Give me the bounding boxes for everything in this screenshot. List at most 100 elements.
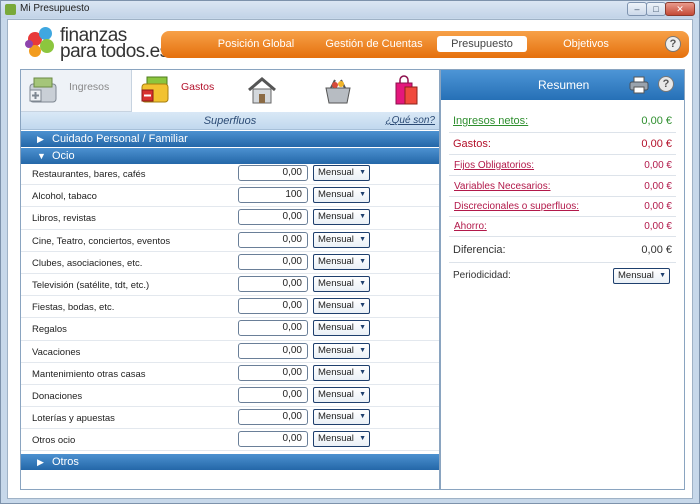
expense-row: Otros ocio 0,00 Mensual ▼ [21, 429, 439, 452]
category-tabs: Ingresos Gastos [21, 70, 439, 112]
expense-row: Regalos 0,00 Mensual ▼ [21, 318, 439, 341]
period-select[interactable]: Mensual ▼ [313, 209, 370, 226]
period-value: Mensual [318, 255, 354, 267]
expense-label: Fiestas, bodas, etc. [32, 302, 115, 314]
period-value: Mensual [318, 411, 354, 423]
period-select[interactable]: Mensual ▼ [313, 275, 370, 292]
discrecionales-link[interactable]: Discrecionales o superfluos: [454, 201, 579, 212]
app-icon [5, 4, 16, 15]
period-select[interactable]: Mensual ▼ [313, 342, 370, 359]
expense-label: Restaurantes, bares, cafés [32, 169, 146, 180]
expense-row: Loterías y apuestas 0,00 Mensual ▼ [21, 407, 439, 430]
period-value: Mensual [318, 433, 354, 445]
close-button[interactable]: ✕ [665, 2, 695, 16]
chevron-down-icon: ▼ [359, 191, 366, 199]
amount-input[interactable]: 0,00 [238, 409, 308, 426]
period-select[interactable]: Mensual ▼ [313, 253, 370, 270]
chevron-down-icon: ▼ [359, 390, 366, 398]
period-select[interactable]: Mensual ▼ [313, 386, 370, 403]
summary-panel: Resumen ? Ingresos netos: 0,00 € Gastos:… [440, 69, 685, 490]
periodicidad-select[interactable]: Mensual ▼ [613, 268, 670, 284]
period-select[interactable]: Mensual ▼ [313, 409, 370, 426]
period-select[interactable]: Mensual ▼ [313, 165, 370, 181]
group-label: Cuidado Personal / Familiar [52, 133, 188, 145]
expense-row: Cine, Teatro, conciertos, eventos 0,00 Men… [21, 230, 439, 252]
expand-arrow-icon: ▶ [37, 457, 44, 467]
variables-necesarios-link[interactable]: Variables Necesarios: [454, 181, 551, 192]
expense-label: Libros, revistas [32, 213, 96, 225]
expense-label: Donaciones [32, 390, 83, 402]
expense-label: Alcohol, tabaco [32, 191, 97, 203]
period-select[interactable]: Mensual ▼ [313, 231, 370, 248]
expense-row: Clubes, asociaciones, etc. 0,00 Mensual ▼ [21, 252, 439, 274]
amount-input[interactable]: 0,00 [238, 431, 308, 448]
amount-input[interactable]: 0,00 [238, 253, 308, 270]
period-select[interactable]: Mensual ▼ [313, 431, 370, 448]
expand-arrow-icon: ▶ [37, 134, 44, 144]
fijos-obligatorios-link[interactable]: Fijos Obligatorios: [454, 160, 534, 171]
period-select[interactable]: Mensual ▼ [313, 364, 370, 381]
expenses-panel: Ingresos Gastos Superfluos ¿Qué son? ▶ C… [20, 69, 440, 490]
category-tab-superfluos[interactable] [377, 70, 437, 112]
logo-dot-green [40, 39, 54, 53]
amount-input[interactable]: 0,00 [238, 386, 308, 403]
print-icon[interactable] [629, 76, 649, 94]
what-are-they-link[interactable]: ¿Qué son? [386, 115, 435, 126]
chevron-down-icon: ▼ [359, 213, 366, 221]
amount-input[interactable]: 0,00 [238, 275, 308, 292]
period-value: Mensual [318, 300, 354, 312]
shopping-bag-icon [395, 75, 418, 105]
help-icon[interactable]: ? [665, 36, 681, 52]
tab-posicion-global[interactable]: Posición Global [201, 36, 311, 52]
period-value: Mensual [318, 366, 354, 378]
expense-row: Alcohol, tabaco 100 Mensual ▼ [21, 185, 439, 208]
expense-row: Libros, revistas 0,00 Mensual ▼ [21, 207, 439, 230]
money-case-icon [29, 77, 57, 103]
category-tab-ingresos[interactable]: Ingresos [21, 70, 132, 112]
tab-objetivos[interactable]: Objetivos [541, 36, 631, 52]
logo: finanzas para todos.es [22, 24, 172, 64]
main-nav: Posición Global Gestión de Cuentas Presu… [161, 31, 689, 58]
minimize-button[interactable]: – [627, 2, 647, 16]
group-label: Otros [52, 456, 79, 468]
amount-input[interactable]: 0,00 [238, 364, 308, 381]
tab-presupuesto[interactable]: Presupuesto [437, 36, 527, 52]
amount-input[interactable]: 0,00 [238, 298, 308, 315]
fijos-obligatorios-value: 0,00 € [644, 160, 672, 171]
amount-input[interactable]: 0,00 [238, 320, 308, 337]
section-title: Superfluos [203, 115, 257, 127]
ingresos-netos-label[interactable]: Ingresos netos: [453, 115, 528, 127]
period-select[interactable]: Mensual ▼ [313, 320, 370, 337]
expense-label: Clubes, asociaciones, etc. [32, 257, 143, 269]
divider [449, 154, 676, 155]
period-value: Mensual [318, 211, 354, 223]
divider [449, 262, 676, 263]
amount-input[interactable]: 0,00 [238, 209, 308, 226]
amount-input[interactable]: 100 [238, 187, 308, 204]
amount-input[interactable]: 0,00 [238, 231, 308, 248]
app-window: Mi Presupuesto – □ ✕ finanzas para todos… [0, 0, 700, 504]
group-cuidado-personal[interactable]: ▶ Cuidado Personal / Familiar [21, 131, 439, 147]
maximize-button[interactable]: □ [646, 2, 666, 16]
category-tab-vivienda[interactable] [233, 70, 293, 112]
divider [449, 132, 676, 133]
period-select[interactable]: Mensual ▼ [313, 187, 370, 204]
period-value: Mensual [318, 344, 354, 356]
group-otros[interactable]: ▶ Otros [21, 454, 439, 470]
period-value: Mensual [318, 388, 354, 400]
category-tab-gastos[interactable]: Gastos [133, 70, 228, 112]
amount-input[interactable]: 0,00 [238, 342, 308, 359]
period-select[interactable]: Mensual ▼ [313, 298, 370, 315]
ahorro-link[interactable]: Ahorro: [454, 221, 487, 232]
divider [449, 236, 676, 237]
period-value: Mensual [318, 322, 354, 334]
help-icon[interactable]: ? [658, 76, 674, 92]
group-ocio[interactable]: ▼ Ocio [21, 148, 439, 164]
chevron-down-icon: ▼ [359, 346, 366, 354]
amount-input[interactable]: 0,00 [238, 165, 308, 181]
section-header: Superfluos ¿Qué son? [21, 112, 439, 130]
house-icon [248, 77, 276, 104]
category-tab-compras[interactable] [309, 70, 369, 112]
tab-gestion-cuentas[interactable]: Gestión de Cuentas [319, 36, 429, 52]
variables-necesarios-value: 0,00 € [644, 181, 672, 192]
